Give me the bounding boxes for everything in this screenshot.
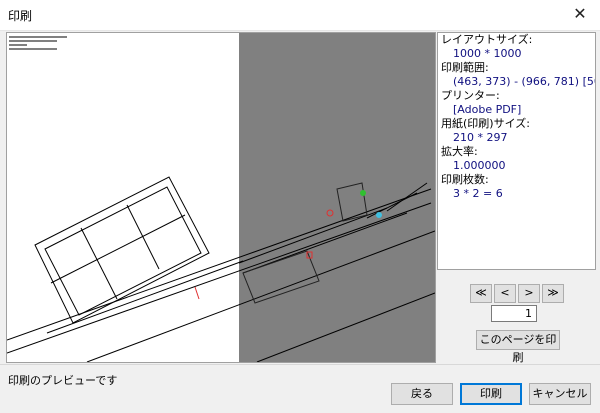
print-info-panel: レイアウトサイズ: 1000 * 1000 印刷範囲: (463, 373) -… <box>437 32 596 270</box>
paper-size-value: 210 * 297 <box>453 131 508 144</box>
cyan-marker <box>376 212 382 218</box>
print-this-page-button[interactable]: このページを印刷 <box>476 330 560 364</box>
page-count-value: 3 * 2 = 6 <box>453 187 503 200</box>
green-marker <box>360 190 366 196</box>
last-page-button[interactable]: ≫ <box>542 284 564 303</box>
status-text: 印刷のプレビューです <box>8 374 118 387</box>
cancel-button[interactable]: キャンセル <box>529 383 591 405</box>
back-button[interactable]: 戻る <box>391 383 453 405</box>
print-range-label: 印刷範囲: <box>441 61 489 74</box>
red-line <box>194 286 200 300</box>
paper-size-label: 用紙(印刷)サイズ: <box>441 117 530 130</box>
zoom-value: 1.000000 <box>453 159 506 172</box>
preview-drawing <box>7 33 435 362</box>
first-page-button[interactable]: ≪ <box>470 284 492 303</box>
layout-size-label: レイアウトサイズ: <box>441 33 533 46</box>
print-button[interactable]: 印刷 <box>460 383 522 405</box>
page-count-label: 印刷枚数: <box>441 173 489 186</box>
title-bar: 印刷 ✕ <box>0 0 600 31</box>
print-range-value: (463, 373) - (966, 781) [502 * 4 <box>453 75 595 88</box>
header-lines <box>9 36 67 50</box>
prev-page-button[interactable]: < <box>494 284 516 303</box>
printer-value: [Adobe PDF] <box>453 103 522 116</box>
printer-label: プリンター: <box>441 89 500 102</box>
layout-size-value: 1000 * 1000 <box>453 47 522 60</box>
window-title: 印刷 <box>8 9 33 23</box>
building-outline <box>34 176 210 324</box>
page-number-input[interactable]: 1 <box>491 305 537 322</box>
zoom-label: 拡大率: <box>441 145 478 158</box>
print-preview <box>6 32 436 363</box>
next-page-button[interactable]: > <box>518 284 540 303</box>
close-icon[interactable]: ✕ <box>570 4 590 24</box>
